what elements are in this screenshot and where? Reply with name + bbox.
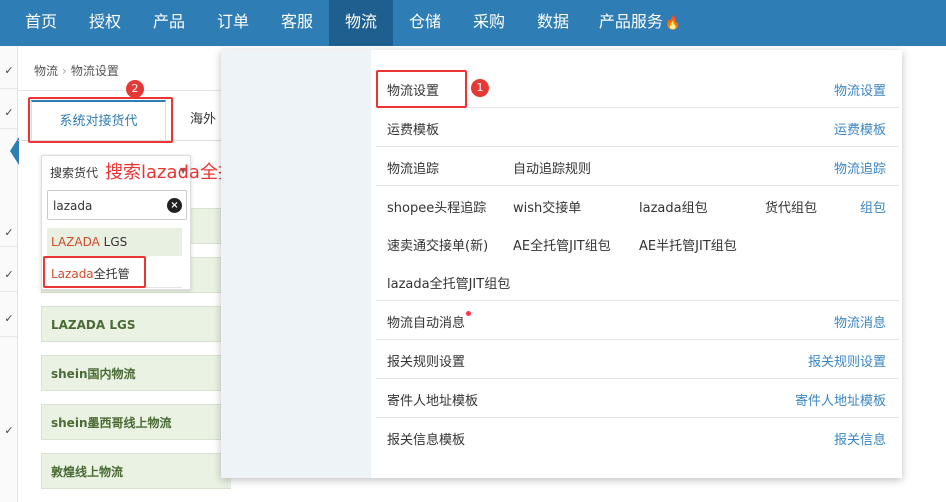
step-badge-1: 1 bbox=[471, 79, 489, 97]
nav-item-warehouse[interactable]: 仓储 bbox=[398, 0, 452, 46]
menu-link-aliexpress-handover[interactable]: 速卖通交接单(新) bbox=[387, 235, 488, 254]
menu-link-lazada-packaging[interactable]: lazada组包 bbox=[639, 197, 708, 216]
nav-item-service[interactable]: 客服 bbox=[270, 0, 324, 46]
menu-link-auto-tracking-rules[interactable]: 自动追踪规则 bbox=[513, 158, 591, 177]
option-lazada-lgs[interactable]: LAZADA LGS bbox=[47, 228, 182, 256]
nav-item-product-service[interactable]: 产品服务 🔥 bbox=[590, 0, 690, 46]
check-icon: ✓ bbox=[4, 226, 14, 239]
breadcrumb-root[interactable]: 物流 bbox=[34, 64, 58, 78]
menu-link-logistics-settings[interactable]: 物流设置 bbox=[387, 80, 439, 99]
menu-category-tracking: 物流追踪 bbox=[833, 162, 886, 177]
menu-link-forwarder-packaging[interactable]: 货代组包 bbox=[765, 197, 817, 216]
check-icon: ✓ bbox=[4, 64, 14, 77]
nav-item-products[interactable]: 产品 bbox=[142, 0, 196, 46]
menu-link-lazada-full-jit[interactable]: lazada全托管JIT组包 bbox=[387, 273, 510, 292]
check-icon: ✓ bbox=[4, 106, 14, 119]
menu-link-freight-template[interactable]: 运费模板 bbox=[387, 119, 439, 138]
menu-category-freight-template: 运费模板 bbox=[833, 123, 886, 138]
menu-link-auto-messages-label: 物流自动消息 bbox=[387, 316, 466, 331]
option-rest-text: 全托管 bbox=[93, 267, 130, 281]
menu-category-customs-info: 报关信息 bbox=[833, 433, 886, 448]
menu-link-ae-full-jit[interactable]: AE全托管JIT组包 bbox=[513, 235, 611, 254]
option-lazada-full-managed[interactable]: Lazada全托管 bbox=[47, 260, 182, 288]
search-popup-title: 搜索货代 bbox=[50, 166, 99, 180]
fire-icon: 🔥 bbox=[664, 16, 682, 31]
step-badge-2: 2 bbox=[126, 80, 144, 98]
left-gutter: ✓ ✓ ✓ ✓ ✓ ✓ bbox=[0, 46, 18, 502]
top-nav: 首页 授权 产品 订单 客服 物流 仓储 采购 数据 产品服务 🔥 bbox=[0, 0, 946, 46]
menu-category-sender-address: 寄件人地址模板 bbox=[794, 394, 886, 409]
search-input[interactable] bbox=[53, 197, 163, 215]
nav-item-product-service-label: 产品服务 bbox=[598, 12, 663, 31]
menu-link-shopee-tracking[interactable]: shopee头程追踪 bbox=[387, 197, 486, 216]
option-match-text: Lazada bbox=[51, 267, 94, 281]
carrier-row[interactable]: LAZADA LGS bbox=[41, 306, 231, 342]
option-match-text: LAZADA bbox=[51, 235, 100, 249]
menu-category-messages: 物流消息 bbox=[833, 316, 886, 331]
menu-category-column bbox=[221, 50, 371, 478]
nav-item-logistics[interactable]: 物流 bbox=[329, 0, 393, 46]
chevron-right-icon: › bbox=[62, 64, 67, 78]
menu-category-customs-rules: 报关规则设置 bbox=[807, 355, 886, 370]
nav-item-data[interactable]: 数据 bbox=[526, 0, 580, 46]
breadcrumb-current: 物流设置 bbox=[70, 64, 119, 78]
menu-link-tracking[interactable]: 物流追踪 bbox=[387, 158, 439, 177]
menu-link-sender-address[interactable]: 寄件人地址模板 bbox=[387, 390, 478, 409]
notification-dot-icon bbox=[466, 311, 472, 316]
breadcrumb: 物流 › 物流设置 bbox=[34, 62, 119, 79]
menu-link-customs-info-template[interactable]: 报关信息模板 bbox=[387, 429, 465, 448]
search-box: × bbox=[47, 190, 187, 220]
carrier-row[interactable]: shein国内物流 bbox=[41, 355, 231, 391]
carrier-row[interactable]: 敦煌线上物流 bbox=[41, 453, 231, 489]
option-rest-text: LGS bbox=[99, 235, 128, 249]
panel-toggle-arrow[interactable] bbox=[10, 137, 19, 165]
check-icon: ✓ bbox=[4, 268, 14, 281]
nav-item-purchase[interactable]: 采购 bbox=[462, 0, 516, 46]
menu-category-logistics-settings: 物流设置 bbox=[833, 84, 886, 99]
menu-link-wish-handover[interactable]: wish交接单 bbox=[513, 197, 581, 216]
menu-link-customs-rules[interactable]: 报关规则设置 bbox=[387, 351, 465, 370]
carrier-row[interactable]: shein墨西哥线上物流 bbox=[41, 404, 231, 440]
nav-item-home[interactable]: 首页 bbox=[14, 0, 68, 46]
menu-category-packaging: 组包 bbox=[859, 201, 886, 216]
check-icon: ✓ bbox=[4, 424, 14, 437]
check-icon: ✓ bbox=[4, 312, 14, 325]
clear-icon[interactable]: × bbox=[167, 198, 182, 213]
nav-item-orders[interactable]: 订单 bbox=[206, 0, 260, 46]
menu-link-ae-semi-jit[interactable]: AE半托管JIT组包 bbox=[639, 235, 737, 254]
nav-item-auth[interactable]: 授权 bbox=[78, 0, 132, 46]
logistics-dropdown-menu: 物流设置 运费模板 物流追踪 组包 物流消息 报关规则设置 寄件人地址模板 报关… bbox=[221, 50, 902, 478]
menu-link-auto-messages[interactable]: 物流自动消息 bbox=[387, 311, 472, 331]
tab-system-forwarder[interactable]: 系统对接货代 bbox=[31, 100, 166, 140]
